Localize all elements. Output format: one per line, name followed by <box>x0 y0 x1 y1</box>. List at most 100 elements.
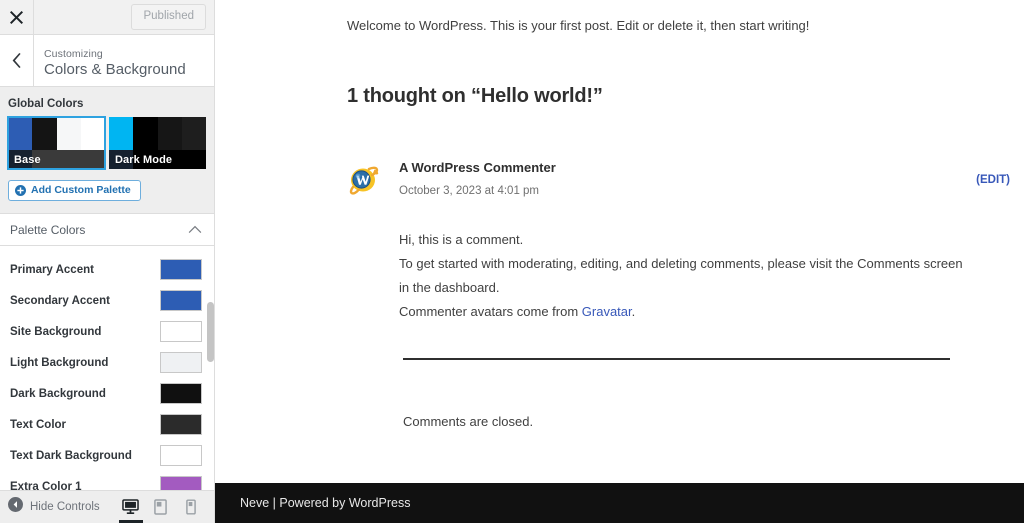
preview-scroll-area[interactable]: Welcome to WordPress. This is your first… <box>215 0 1024 483</box>
tablet-icon <box>154 499 167 515</box>
device-preview-tablet[interactable] <box>146 491 176 523</box>
palette-swatch <box>56 150 81 169</box>
comment-author: A WordPress Commenter <box>399 159 556 175</box>
comment-date: October 3, 2023 at 4:01 pm <box>399 184 540 197</box>
palette-swatch <box>80 150 105 169</box>
palette-swatch <box>181 150 206 169</box>
chevron-up-icon <box>188 225 202 234</box>
comment-edit-link[interactable]: (EDIT) <box>976 174 1010 186</box>
color-swatch-button[interactable] <box>160 259 202 280</box>
palette-swatch <box>8 117 33 150</box>
customizer-app: Published Customizing Colors & Backgroun… <box>0 0 1024 523</box>
color-control-label: Extra Color 1 <box>10 480 82 491</box>
color-swatch-button[interactable] <box>160 290 202 311</box>
customizing-eyebrow: Customizing <box>44 48 103 61</box>
color-swatch-button[interactable] <box>160 383 202 404</box>
close-x-icon <box>10 10 23 24</box>
color-control-label: Text Dark Background <box>10 449 132 462</box>
close-customizer-button[interactable] <box>0 0 34 34</box>
color-control-extra-color-1: Extra Color 1 <box>0 471 214 490</box>
collapse-left-icon <box>8 497 23 517</box>
palette-top-swatches <box>109 117 206 150</box>
topbar-actions: Published <box>34 0 214 34</box>
color-swatch-button[interactable] <box>160 414 202 435</box>
avatar <box>347 162 381 196</box>
global-palette-row: Base Dark Mode <box>7 116 206 170</box>
color-control-primary-accent: Primary Accent <box>0 254 214 285</box>
palette-swatch <box>80 117 105 150</box>
comment-divider <box>403 357 950 360</box>
site-footer: Neve | Powered by WordPress <box>215 483 1024 523</box>
palette-swatch <box>109 117 134 150</box>
comments-title: 1 thought on “Hello world!” <box>347 84 603 107</box>
palette-card-base[interactable]: Base <box>7 116 106 170</box>
palette-card-dark-mode[interactable]: Dark Mode <box>109 117 206 169</box>
color-control-dark-background: Dark Background <box>0 378 214 409</box>
sidebar-scrollbar-thumb[interactable] <box>207 302 214 362</box>
color-control-text-dark-background: Text Dark Background <box>0 440 214 471</box>
color-control-secondary-accent: Secondary Accent <box>0 285 214 316</box>
color-control-label: Secondary Accent <box>10 294 110 307</box>
palette-top-swatches <box>8 117 105 150</box>
color-swatch-button[interactable] <box>160 476 202 490</box>
device-preview-group <box>116 491 206 523</box>
comment-line-3: in the dashboard. <box>399 279 500 295</box>
palette-colors-accordion-header[interactable]: Palette Colors <box>0 213 214 246</box>
global-colors-label: Global Colors <box>8 98 84 110</box>
sidebar-scrollbar[interactable] <box>207 87 214 490</box>
section-titles: Customizing Colors & Background <box>34 35 214 86</box>
back-button[interactable] <box>0 35 34 86</box>
global-colors-section: Global Colors Base Dark Mode Add Custom … <box>0 87 214 213</box>
mobile-icon <box>185 499 196 515</box>
color-control-site-background: Site Background <box>0 316 214 347</box>
gravatar-link[interactable]: Gravatar <box>582 304 632 319</box>
comment-line-4-suffix: . <box>631 303 636 319</box>
comment-header: A WordPress Commenter October 3, 2023 at… <box>399 160 1024 199</box>
hide-controls-button[interactable]: Hide Controls <box>0 497 100 517</box>
color-control-label: Site Background <box>10 325 102 338</box>
hide-controls-label: Hide Controls <box>30 501 100 513</box>
published-button[interactable]: Published <box>131 4 206 30</box>
comment-item: A WordPress Commenter October 3, 2023 at… <box>347 160 1024 442</box>
customizer-controls-scroll: Global Colors Base Dark Mode Add Custom … <box>0 87 214 490</box>
comment-line-1: Hi, this is a comment. <box>399 231 524 247</box>
palette-swatch <box>157 117 182 150</box>
comment-line-4: Commenter avatars come from Gravatar. <box>399 300 1024 324</box>
device-preview-desktop[interactable] <box>116 491 146 523</box>
add-custom-palette-label: Add Custom Palette <box>31 184 131 197</box>
comment-meta: A WordPress Commenter October 3, 2023 at… <box>399 160 556 199</box>
customizer-section-header: Customizing Colors & Background <box>0 35 214 87</box>
site-footer-text: Neve | Powered by WordPress <box>240 496 411 510</box>
palette-colors-list: Primary Accent Secondary Accent Site Bac… <box>0 246 214 490</box>
palette-name: Dark Mode <box>115 153 173 166</box>
desktop-icon <box>122 499 139 515</box>
add-custom-palette-button[interactable]: Add Custom Palette <box>8 180 141 201</box>
comment-main: A WordPress Commenter October 3, 2023 at… <box>399 160 1024 442</box>
chevron-left-icon <box>12 53 22 68</box>
palette-swatch <box>181 117 206 150</box>
color-swatch-button[interactable] <box>160 321 202 342</box>
comments-closed-notice: Comments are closed. <box>403 413 534 429</box>
comment-line-4-prefix: Commenter avatars come from <box>399 303 582 319</box>
color-swatch-button[interactable] <box>160 445 202 466</box>
post-content: Welcome to WordPress. This is your first… <box>215 16 1024 442</box>
wordpress-avatar-icon <box>347 166 381 200</box>
comment-body: Hi, this is a comment. To get started wi… <box>399 228 1024 324</box>
color-control-label: Text Color <box>10 418 67 431</box>
customizer-topbar: Published <box>0 0 214 35</box>
color-control-text-color: Text Color <box>0 409 214 440</box>
palette-swatch <box>133 117 158 150</box>
color-swatch-button[interactable] <box>160 352 202 373</box>
palette-swatch <box>56 117 81 150</box>
site-preview: Welcome to WordPress. This is your first… <box>215 0 1024 523</box>
palette-name: Base <box>14 153 41 166</box>
color-control-light-background: Light Background <box>0 347 214 378</box>
comment-line-2: To get started with moderating, editing,… <box>399 255 963 271</box>
palette-swatch <box>32 117 57 150</box>
device-preview-mobile[interactable] <box>176 491 206 523</box>
color-control-label: Dark Background <box>10 387 106 400</box>
post-intro-paragraph: Welcome to WordPress. This is your first… <box>347 18 810 33</box>
palette-colors-title: Palette Colors <box>10 222 86 237</box>
customizer-sidebar: Published Customizing Colors & Backgroun… <box>0 0 215 523</box>
page-title: Colors & Background <box>44 61 186 79</box>
